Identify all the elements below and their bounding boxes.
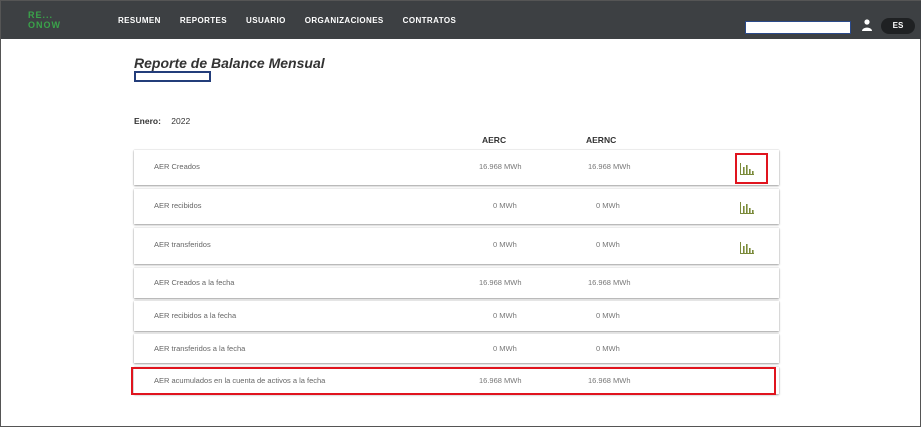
top-navbar: RE... ONOW RESUMEN REPORTES USUARIO ORGA… xyxy=(1,1,921,39)
row-label: AER Creados xyxy=(154,162,200,171)
row-value-aerc: 0 MWh xyxy=(493,240,517,249)
row-value-aerc: 0 MWh xyxy=(493,201,517,210)
row-value-aerc: 0 MWh xyxy=(493,311,517,320)
period-selector: Enero: 2022 xyxy=(134,116,190,126)
highlight-box-chart-icon xyxy=(735,153,768,184)
user-icon[interactable] xyxy=(862,19,872,31)
app-logo[interactable]: RE... ONOW xyxy=(28,10,74,32)
report-row-aer-recibidos: AER recibidos 0 MWh 0 MWh xyxy=(134,189,779,224)
period-value: 2022 xyxy=(171,116,191,126)
row-value-aernc: 16.968 MWh xyxy=(588,278,631,287)
row-label: AER recibidos a la fecha xyxy=(154,311,237,320)
row-label: AER recibidos xyxy=(154,201,202,210)
report-row-aer-creados: AER Creados 16.968 MWh 16.968 MWh xyxy=(134,150,779,185)
title-redaction-box xyxy=(134,71,211,82)
highlight-box-accumulated-row xyxy=(131,367,776,395)
page-title: Reporte de Balance Mensual xyxy=(134,55,325,71)
report-row-aer-recibidos-fecha: AER recibidos a la fecha 0 MWh 0 MWh xyxy=(134,301,779,331)
logo-text-top: RE... xyxy=(28,10,54,20)
row-value-aerc: 16.968 MWh xyxy=(479,278,522,287)
row-value-aerc: 0 MWh xyxy=(493,344,517,353)
period-label: Enero: xyxy=(134,116,161,126)
nav-item-contratos[interactable]: CONTRATOS xyxy=(403,16,457,25)
report-row-aer-creados-fecha: AER Creados a la fecha 16.968 MWh 16.968… xyxy=(134,268,779,298)
main-nav: RESUMEN REPORTES USUARIO ORGANIZACIONES … xyxy=(118,1,475,39)
row-value-aernc: 0 MWh xyxy=(596,311,620,320)
row-value-aernc: 16.968 MWh xyxy=(588,162,631,171)
bar-chart-icon[interactable] xyxy=(740,202,754,214)
report-row-aer-transferidos-fecha: AER transferidos a la fecha 0 MWh 0 MWh xyxy=(134,334,779,363)
row-value-aerc: 16.968 MWh xyxy=(479,162,522,171)
language-button[interactable]: ES xyxy=(881,18,915,34)
bar-chart-icon[interactable] xyxy=(740,242,754,254)
nav-item-reportes[interactable]: REPORTES xyxy=(180,16,227,25)
row-label: AER transferidos xyxy=(154,240,211,249)
row-value-aernc: 0 MWh xyxy=(596,201,620,210)
row-value-aernc: 0 MWh xyxy=(596,344,620,353)
row-label: AER transferidos a la fecha xyxy=(154,344,246,353)
search-input[interactable] xyxy=(745,21,851,34)
row-value-aernc: 0 MWh xyxy=(596,240,620,249)
row-label: AER Creados a la fecha xyxy=(154,278,235,287)
column-header-aerc: AERC xyxy=(482,135,507,145)
nav-item-resumen[interactable]: RESUMEN xyxy=(118,16,161,25)
logo-text-bottom: ONOW xyxy=(28,20,61,30)
report-row-aer-transferidos: AER transferidos 0 MWh 0 MWh xyxy=(134,228,779,264)
nav-item-usuario[interactable]: USUARIO xyxy=(246,16,286,25)
nav-item-organizaciones[interactable]: ORGANIZACIONES xyxy=(305,16,384,25)
column-header-aernc: AERNC xyxy=(586,135,617,145)
